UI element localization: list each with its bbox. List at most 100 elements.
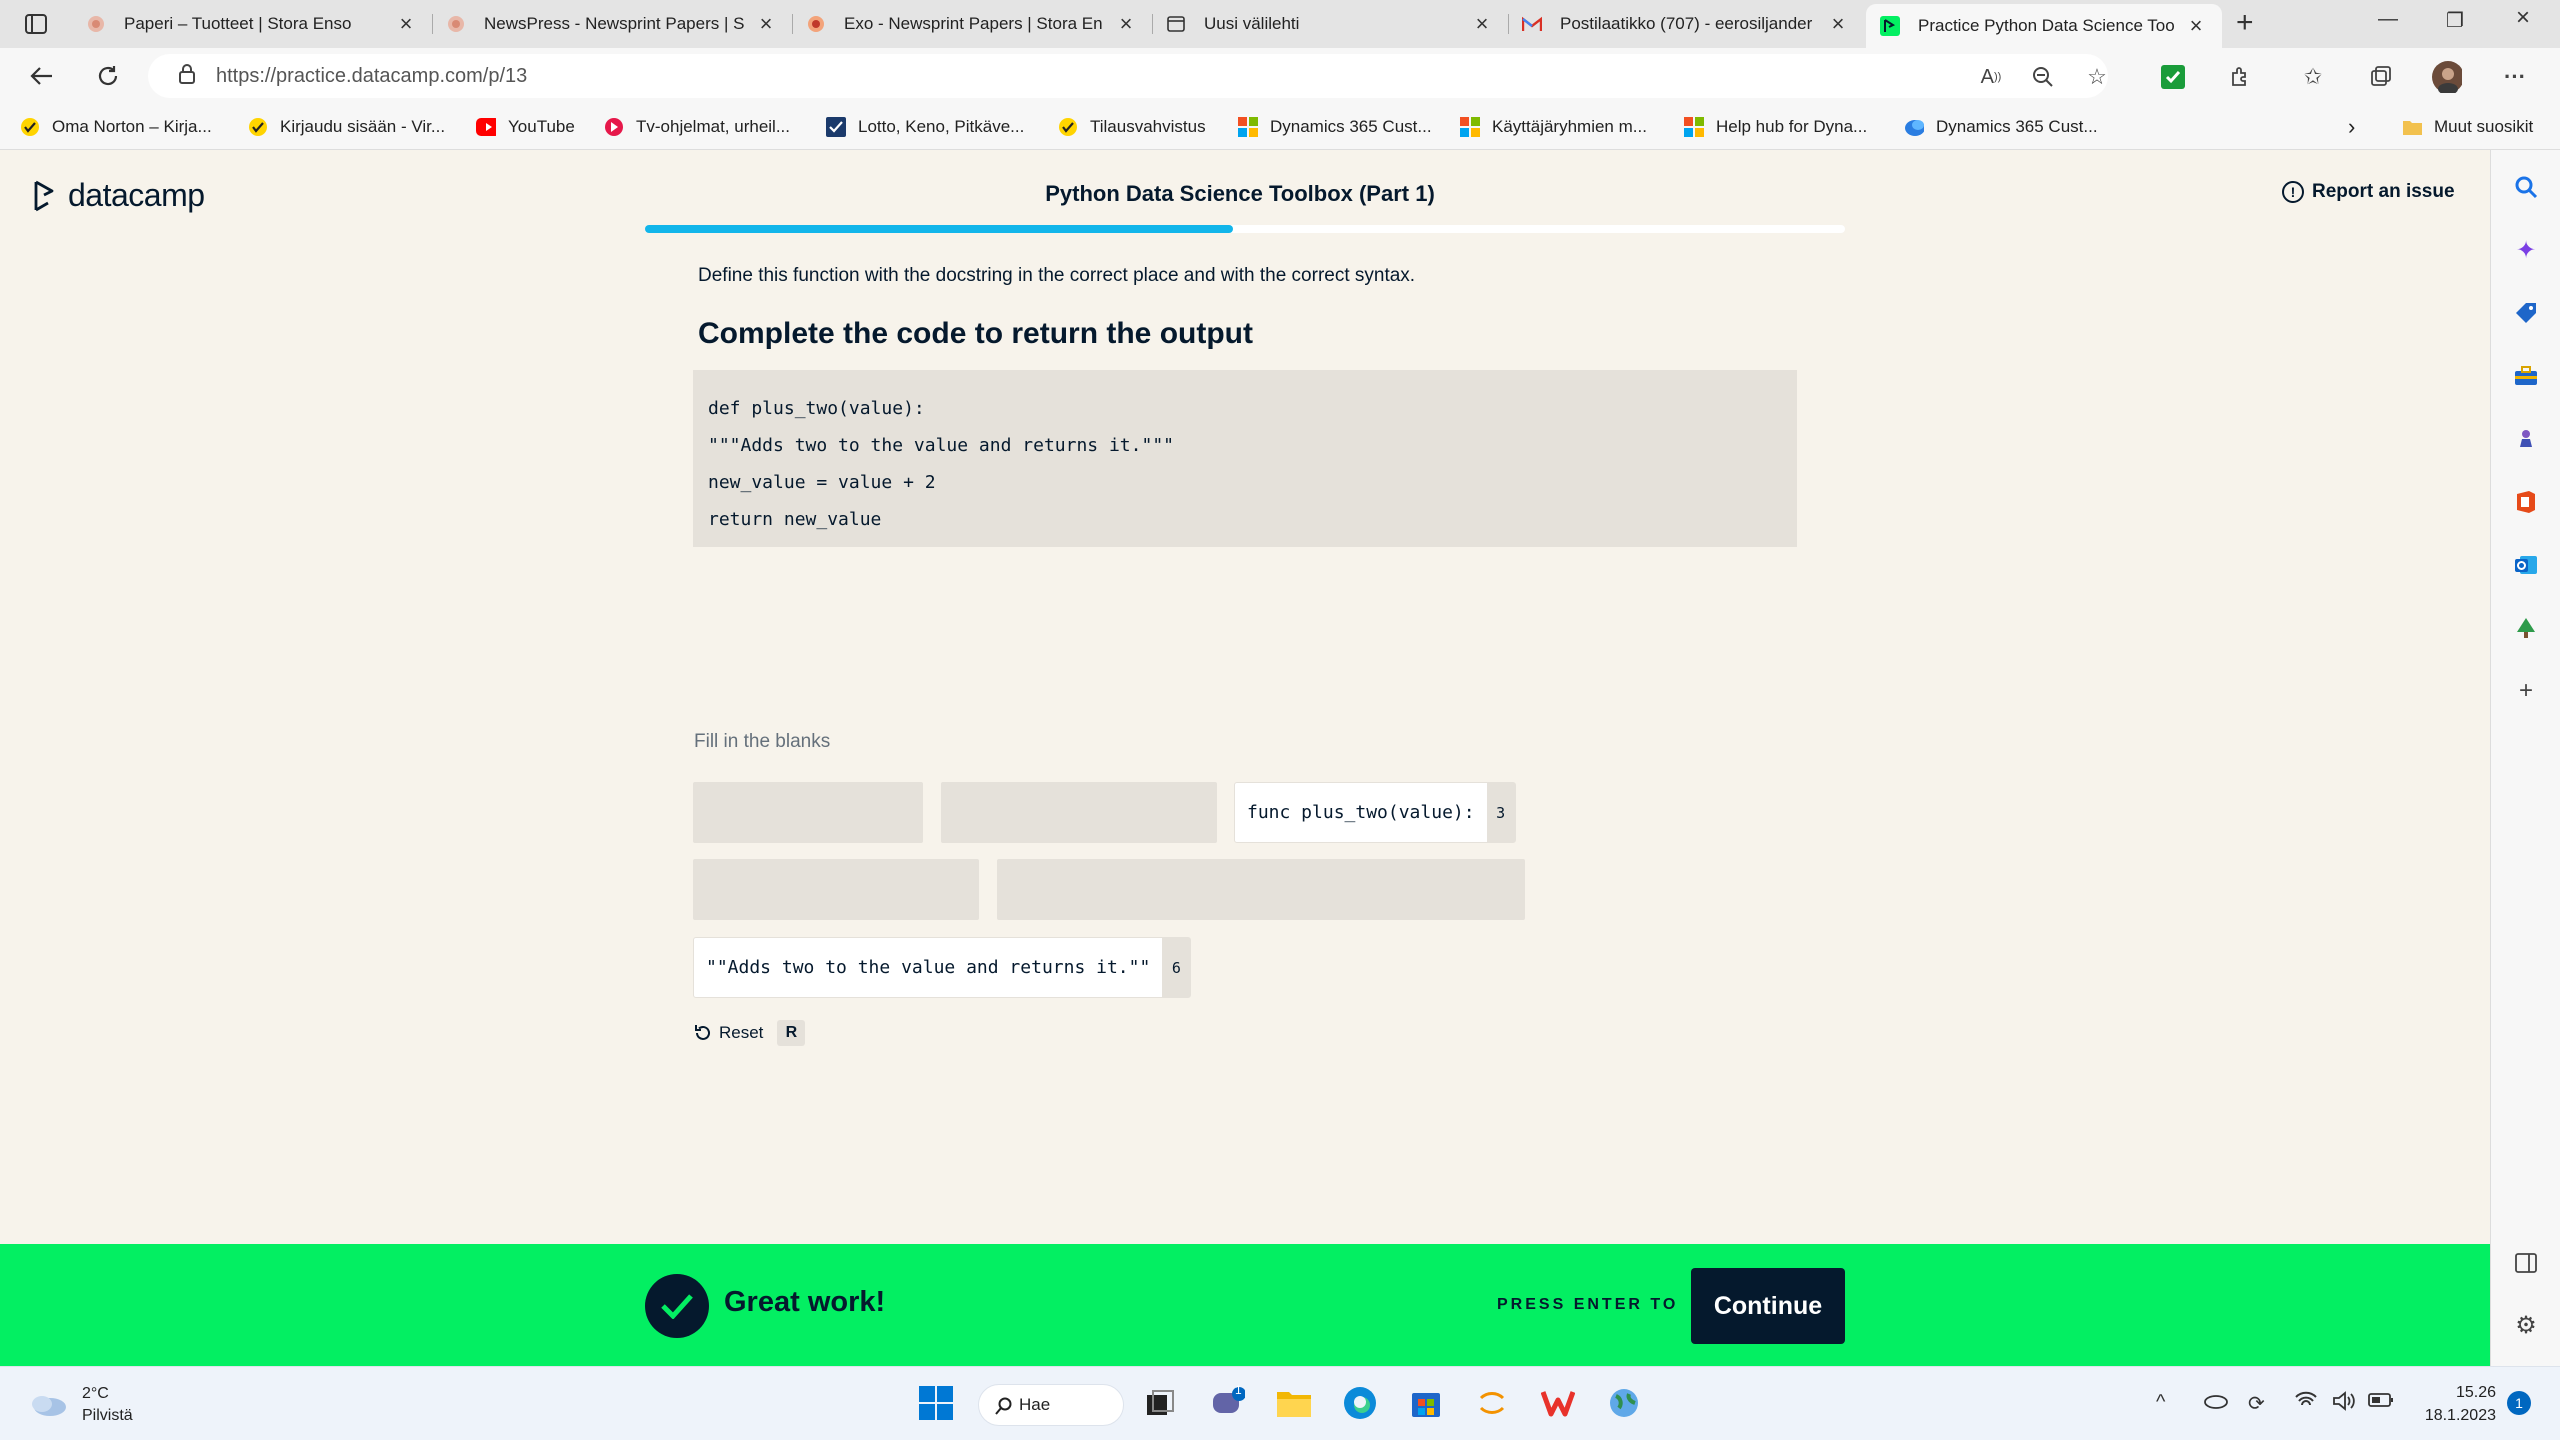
blank-slot[interactable] [693, 782, 923, 843]
bookmark-item[interactable]: Oma Norton – Kirja... [20, 114, 212, 140]
blank-slot[interactable] [941, 782, 1217, 843]
reset-button[interactable]: Reset R [693, 1020, 806, 1046]
lock-icon[interactable] [178, 63, 200, 90]
close-tab-icon[interactable]: × [394, 11, 418, 37]
start-icon[interactable] [914, 1381, 958, 1425]
chevron-up-icon[interactable]: ^ [2156, 1391, 2165, 1414]
back-icon[interactable] [24, 58, 60, 94]
stora-enso-favicon [806, 14, 826, 34]
read-aloud-icon[interactable]: A)) [1976, 62, 2006, 92]
bookmark-item[interactable]: Dynamics 365 Cust... [1904, 114, 2098, 140]
tab-exo-newsprint[interactable]: Exo - Newsprint Papers | Stora En × [792, 0, 1152, 48]
tree-icon[interactable] [2511, 613, 2541, 643]
bookmark-item[interactable]: Kirjaudu sisään - Vir... [248, 114, 445, 140]
datacamp-practice-page: datacamp Python Data Science Toolbox (Pa… [0, 151, 2490, 1366]
app-icon[interactable] [1470, 1381, 1514, 1425]
bookmark-label: Dynamics 365 Cust... [1270, 117, 1432, 136]
extensions-icon[interactable] [2226, 62, 2256, 92]
new-tab-icon[interactable]: + [2236, 6, 2254, 40]
tab-actions-icon[interactable] [16, 10, 56, 38]
hide-sidebar-icon[interactable] [2511, 1248, 2541, 1278]
shopping-tag-icon[interactable] [2511, 298, 2541, 328]
address-bar-row: https://practice.datacamp.com/p/13 A)) ☆… [0, 48, 2560, 104]
tab-datacamp-practice[interactable]: Practice Python Data Science Too × [1866, 4, 2222, 48]
profile-avatar[interactable] [2432, 61, 2462, 93]
close-window-icon[interactable]: × [2516, 4, 2530, 32]
close-tab-icon[interactable]: × [1470, 11, 1494, 37]
clock-time: 15.26 [2455, 1384, 2496, 1401]
outlook-icon[interactable] [2511, 550, 2541, 580]
settings-icon[interactable]: ⚙ [2511, 1310, 2541, 1340]
add-icon[interactable]: + [2511, 676, 2541, 706]
weather-widget[interactable]: 2°C Pilvistä [28, 1383, 133, 1427]
minimize-icon[interactable]: — [2378, 8, 2398, 31]
task-view-icon[interactable] [1138, 1381, 1182, 1425]
report-issue-button[interactable]: ! Report an issue [2282, 181, 2455, 203]
stora-enso-favicon [446, 14, 466, 34]
code-line: new_value = value + 2 [708, 472, 936, 493]
option-chip[interactable]: ""Adds two to the value and returns it."… [693, 937, 1192, 998]
restore-icon[interactable]: ❐ [2446, 8, 2464, 33]
wifi-icon[interactable] [2294, 1391, 2318, 1415]
bookmark-item[interactable]: YouTube [476, 114, 575, 140]
blank-slot[interactable] [693, 859, 979, 920]
more-menu-icon[interactable]: ··· [2500, 62, 2530, 92]
blank-slot[interactable] [997, 859, 1525, 920]
bookmark-item[interactable]: Help hub for Dyna... [1684, 114, 1867, 140]
chevron-right-icon[interactable]: › [2348, 114, 2355, 140]
system-clock[interactable]: 15.26 18.1.2023 [2418, 1381, 2496, 1427]
bookmark-item[interactable]: Dynamics 365 Cust... [1238, 114, 1432, 140]
tab-title: NewsPress - Newsprint Papers | S [484, 14, 745, 33]
collections-icon[interactable] [2366, 62, 2396, 92]
tab-title: Practice Python Data Science Too [1918, 16, 2175, 35]
onedrive-icon[interactable] [2202, 1391, 2228, 1415]
close-tab-icon[interactable]: × [2184, 13, 2208, 39]
games-icon[interactable] [2511, 424, 2541, 454]
bookmark-item[interactable]: Käyttäjäryhmien m... [1460, 114, 1647, 140]
sparkle-icon[interactable]: ✦ [2511, 235, 2541, 265]
favorites-icon[interactable]: ✩ [2298, 62, 2328, 92]
edge-icon[interactable] [1338, 1381, 1382, 1425]
option-chip[interactable]: func plus_two(value): 3 [1234, 782, 1516, 843]
bookmark-item[interactable]: Tilausvahvistus [1058, 114, 1206, 140]
other-favorites-folder[interactable]: Muut suosikit [2402, 114, 2533, 140]
sync-icon[interactable]: ⟳ [2248, 1391, 2265, 1416]
weather-condition: Pilvistä [82, 1407, 133, 1424]
add-favorite-icon[interactable]: ☆ [2082, 62, 2112, 92]
ruutu-icon [604, 117, 624, 137]
wps-office-icon[interactable] [1536, 1381, 1580, 1425]
tab-title: Paperi – Tuotteet | Stora Enso [124, 14, 352, 33]
search-icon[interactable] [2511, 172, 2541, 202]
office-icon[interactable] [2511, 487, 2541, 517]
notification-badge[interactable]: 1 [2507, 1391, 2531, 1415]
battery-icon[interactable] [2368, 1391, 2394, 1414]
tab-new-tab[interactable]: Uusi välilehti × [1152, 0, 1508, 48]
browser-tab-bar: Paperi – Tuotteet | Stora Enso × NewsPre… [0, 0, 2560, 48]
close-tab-icon[interactable]: × [1826, 11, 1850, 37]
taskbar-search[interactable]: Hae [978, 1384, 1124, 1426]
chip-text: func plus_two(value): [1247, 802, 1475, 823]
bookmark-item[interactable]: Lotto, Keno, Pitkäve... [826, 114, 1024, 140]
datacamp-logo[interactable]: datacamp [32, 177, 205, 214]
search-icon [995, 1397, 1012, 1415]
norton-extension-icon[interactable] [2158, 62, 2188, 92]
close-tab-icon[interactable]: × [1114, 11, 1138, 37]
chip-shortcut-key: 3 [1486, 783, 1515, 842]
chat-icon[interactable]: 1 [1206, 1381, 1250, 1425]
continue-button[interactable]: Continue [1691, 1268, 1845, 1344]
url-field[interactable]: https://practice.datacamp.com/p/13 [148, 54, 2108, 98]
chip-shortcut-key: 6 [1162, 938, 1191, 997]
volume-icon[interactable] [2332, 1391, 2356, 1417]
close-tab-icon[interactable]: × [754, 11, 778, 37]
reset-label: Reset [719, 1023, 764, 1042]
tools-icon[interactable] [2511, 361, 2541, 391]
bookmark-item[interactable]: Tv-ohjelmat, urheil... [604, 114, 790, 140]
store-icon[interactable] [1404, 1381, 1448, 1425]
zoom-icon[interactable] [2028, 62, 2058, 92]
tab-stora-enso-paperi[interactable]: Paperi – Tuotteet | Stora Enso × [72, 0, 432, 48]
tab-gmail[interactable]: Postilaatikko (707) - eerosiljander × [1508, 0, 1864, 48]
globe-app-icon[interactable] [1602, 1381, 1646, 1425]
refresh-icon[interactable] [90, 58, 126, 94]
file-explorer-icon[interactable] [1272, 1381, 1316, 1425]
tab-newspress[interactable]: NewsPress - Newsprint Papers | S × [432, 0, 792, 48]
